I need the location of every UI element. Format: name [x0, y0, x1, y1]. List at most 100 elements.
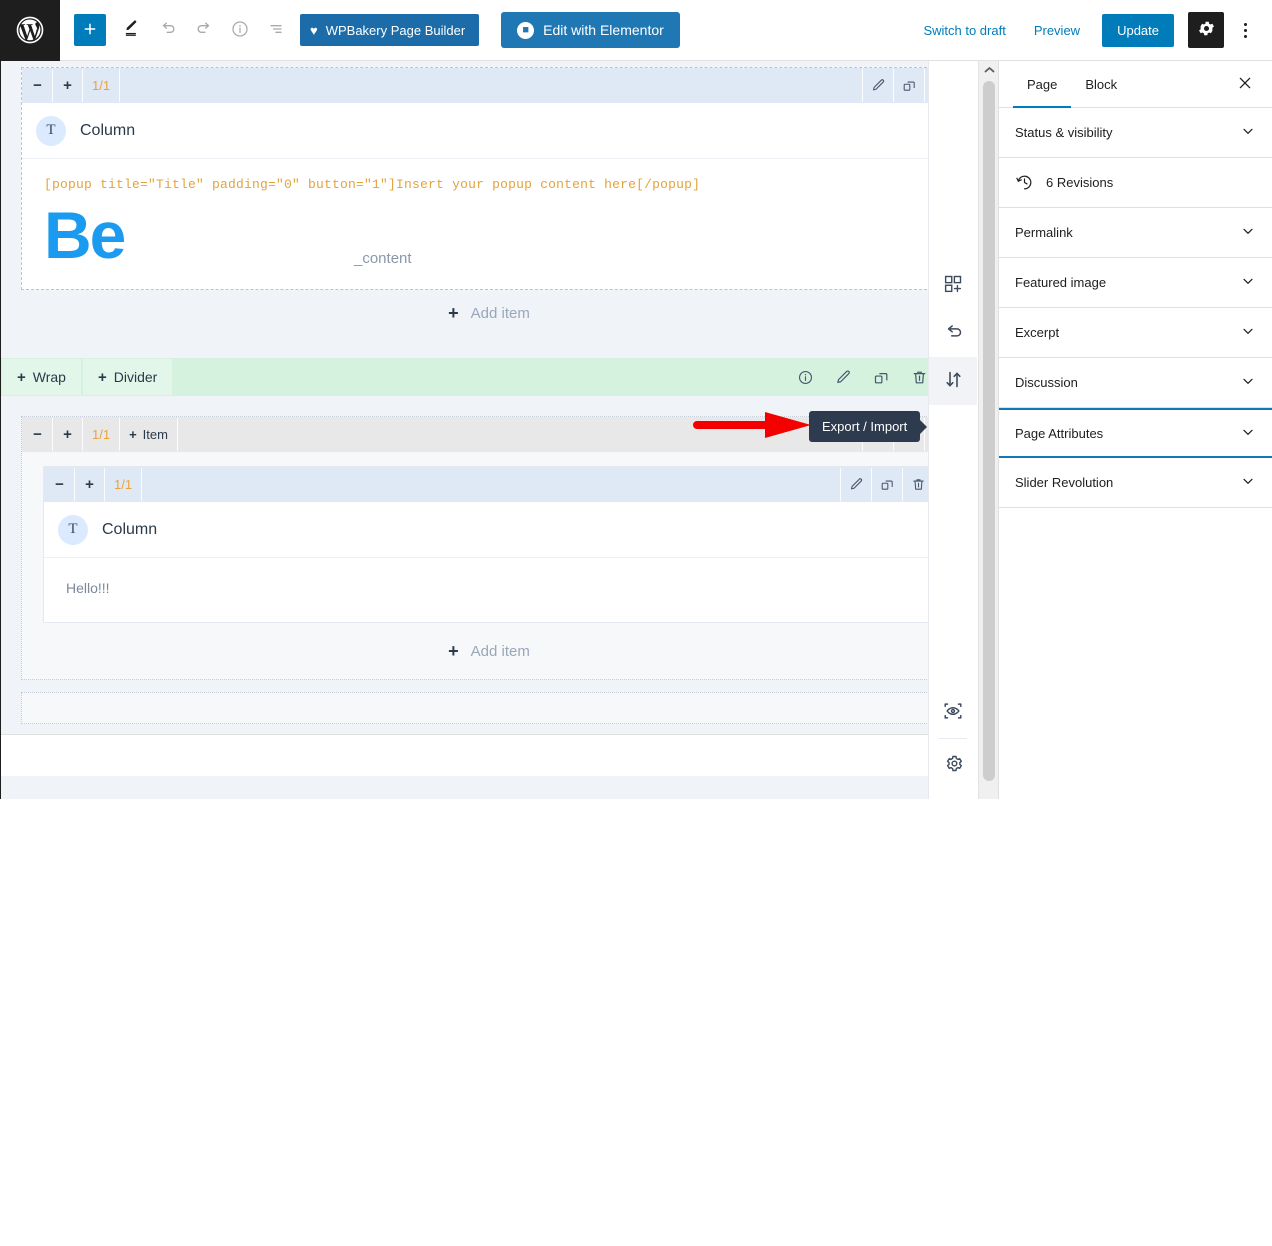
- settings-toggle-button[interactable]: [1188, 12, 1224, 48]
- preview-button[interactable]: Preview: [1022, 15, 1092, 46]
- edit-with-elementor-button[interactable]: ■ Edit with Elementor: [501, 12, 680, 48]
- add-item-label: Add item: [470, 642, 530, 660]
- heart-icon: ♥: [310, 22, 318, 38]
- hello-text[interactable]: Hello!!!: [66, 580, 912, 596]
- increase-columns-button[interactable]: +: [53, 69, 83, 102]
- popup-shortcode-text[interactable]: [popup title="Title" padding="0" button=…: [44, 177, 934, 192]
- edit-block-button[interactable]: [862, 69, 893, 102]
- add-layout-icon: [943, 273, 964, 297]
- wrap-duplicate-button[interactable]: [862, 359, 900, 395]
- export-import-button[interactable]: [929, 357, 977, 405]
- rail-undo-button[interactable]: [929, 309, 977, 357]
- column-type-avatar: T: [36, 115, 66, 146]
- item-fraction-label[interactable]: 1/1: [83, 418, 121, 451]
- trash-icon: [911, 369, 928, 386]
- switch-to-draft-button[interactable]: Switch to draft: [911, 15, 1017, 46]
- duplicate-icon: [873, 369, 890, 386]
- duplicate-block-button[interactable]: [893, 69, 924, 102]
- panel-label: Permalink: [1015, 225, 1073, 240]
- more-options-button[interactable]: [1230, 12, 1260, 48]
- editor-top-bar: ♥ WPBakery Page Builder ■ Edit with Elem…: [0, 0, 1272, 61]
- panel-slider-revolution[interactable]: Slider Revolution: [999, 458, 1272, 508]
- panel-revisions[interactable]: 6 Revisions: [999, 158, 1272, 208]
- scroll-up-button[interactable]: [979, 61, 999, 79]
- add-item-label: Add item: [470, 304, 530, 322]
- section-two-inner-wrapper: − + 1/1 T Column Hello!!!: [22, 452, 956, 623]
- wpbakery-page-builder-button[interactable]: ♥ WPBakery Page Builder: [300, 14, 480, 46]
- update-button[interactable]: Update: [1102, 13, 1174, 47]
- panel-featured-image[interactable]: Featured image: [999, 258, 1272, 308]
- chevron-down-icon: [1240, 424, 1256, 443]
- pencil-icon: [849, 477, 864, 492]
- section-two-column-body[interactable]: Hello!!!: [44, 558, 934, 622]
- undo-button[interactable]: [150, 12, 186, 48]
- panel-page-attributes[interactable]: Page Attributes: [999, 408, 1272, 458]
- column-type-avatar: T: [58, 514, 88, 545]
- section-two-add-item-button[interactable]: + Add item: [22, 623, 956, 679]
- panel-label: Excerpt: [1015, 325, 1060, 340]
- add-block-button[interactable]: [74, 14, 106, 46]
- gear-icon: [943, 753, 964, 777]
- list-view-button[interactable]: [258, 12, 294, 48]
- export-import-tooltip: Export / Import: [809, 411, 921, 442]
- block-section-one: − + 1/1 T Column [popup title="Title" pa…: [21, 67, 957, 290]
- canvas-scrollbar[interactable]: [978, 61, 998, 799]
- wordpress-logo-button[interactable]: [0, 0, 60, 61]
- panel-excerpt[interactable]: Excerpt: [999, 308, 1272, 358]
- sidebar-empty-area: [999, 508, 1272, 1246]
- section-one-column-body[interactable]: [popup title="Title" padding="0" button=…: [22, 159, 956, 289]
- elementor-label: Edit with Elementor: [543, 22, 664, 38]
- top-bar-left-tools: ♥ WPBakery Page Builder ■ Edit with Elem…: [60, 12, 680, 48]
- section-one-toolbar: − + 1/1: [22, 68, 956, 103]
- scrollbar-thumb[interactable]: [983, 81, 995, 781]
- add-wrap-button[interactable]: + Wrap: [2, 359, 83, 395]
- plus-icon: +: [97, 368, 107, 386]
- panel-discussion[interactable]: Discussion: [999, 358, 1272, 408]
- close-sidebar-button[interactable]: [1228, 67, 1262, 101]
- rail-settings-button[interactable]: [929, 741, 977, 789]
- tab-block[interactable]: Block: [1071, 61, 1131, 108]
- decrease-items-button[interactable]: −: [23, 418, 53, 451]
- divider-label: Divider: [113, 369, 158, 385]
- panel-permalink[interactable]: Permalink: [999, 208, 1272, 258]
- info-circle-icon: [797, 369, 814, 386]
- rail-bottom-group: [929, 688, 977, 789]
- wrap-label: Wrap: [32, 369, 66, 385]
- wrap-info-button[interactable]: [786, 359, 824, 395]
- inner-decrease-columns-button[interactable]: −: [45, 468, 75, 501]
- inner-duplicate-button[interactable]: [871, 468, 902, 501]
- decrease-columns-button[interactable]: −: [23, 69, 53, 102]
- add-item-toolbar-button[interactable]: + Item: [120, 418, 178, 451]
- tools-pencil-button[interactable]: [114, 12, 150, 48]
- inner-increase-columns-button[interactable]: +: [75, 468, 105, 501]
- editor-tool-rail: [928, 61, 977, 799]
- elementor-badge-icon: ■: [517, 21, 535, 39]
- add-layout-button[interactable]: [929, 261, 977, 309]
- wrap-edit-button[interactable]: [824, 359, 862, 395]
- section-two-column-header[interactable]: T Column: [44, 502, 934, 558]
- tab-page[interactable]: Page: [1013, 61, 1072, 109]
- inner-column-fraction-label[interactable]: 1/1: [105, 468, 143, 501]
- scroll-up-arrow-icon: [984, 61, 995, 79]
- chevron-down-icon: [1240, 373, 1256, 392]
- column-fraction-label[interactable]: 1/1: [83, 69, 121, 102]
- preview-eye-icon: [942, 700, 964, 725]
- wpbakery-label: WPBakery Page Builder: [325, 22, 466, 38]
- increase-items-button[interactable]: +: [53, 418, 83, 451]
- preview-button[interactable]: [929, 688, 977, 736]
- inner-edit-button[interactable]: [840, 468, 871, 501]
- section-one-column-header[interactable]: T Column: [22, 103, 956, 159]
- plus-icon: +: [129, 427, 137, 442]
- column-title: Column: [80, 121, 136, 139]
- section-one-add-item-button[interactable]: + Add item: [21, 290, 957, 336]
- empty-block-placeholder[interactable]: [21, 692, 957, 724]
- details-button[interactable]: [222, 12, 258, 48]
- panel-status-visibility[interactable]: Status & visibility: [999, 108, 1272, 158]
- wordpress-logo-icon: [14, 14, 46, 46]
- add-divider-button[interactable]: + Divider: [82, 359, 175, 395]
- redo-button[interactable]: [186, 12, 222, 48]
